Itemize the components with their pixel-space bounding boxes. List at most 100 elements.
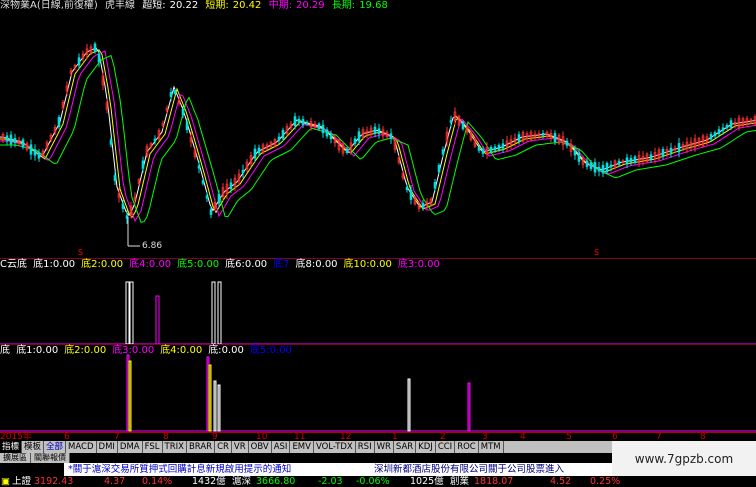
candle-body <box>729 120 733 128</box>
tab-obv[interactable]: OBV <box>249 441 272 453</box>
sub-tab-bar[interactable]: 擴展區 關聯報價 <box>0 453 70 463</box>
candle-body <box>329 134 333 140</box>
candle-body <box>9 134 13 145</box>
tab-rsi[interactable]: RSI <box>356 441 375 453</box>
indicator2-spike <box>208 364 212 432</box>
candle-body <box>405 187 409 191</box>
tab-wr[interactable]: WR <box>375 441 394 453</box>
candle-body <box>241 169 245 174</box>
candle-body <box>661 149 665 157</box>
tab--[interactable]: 指標 <box>0 441 23 453</box>
long-label: 長期: <box>331 0 356 11</box>
indicator2-name: 底 <box>0 345 10 356</box>
candle-body <box>201 180 205 184</box>
sz-pct: -0.06% <box>356 476 390 487</box>
candlestick-chart[interactable] <box>0 12 756 258</box>
tab-kdj[interactable]: KDJ <box>416 441 436 453</box>
tab-emv[interactable]: EMV <box>290 441 314 453</box>
tab-roc[interactable]: ROC <box>455 441 479 453</box>
candle-body <box>325 129 329 137</box>
indicator-panel-2[interactable]: 底 底1:0.00 底2:0.00 底3:0.00 底4:0.00 底:0.00 底5:0… <box>0 344 756 433</box>
indicator1-name: C云底 <box>0 259 27 270</box>
candle-body <box>441 149 445 155</box>
tab-vr[interactable]: VR <box>232 441 249 453</box>
indicator1-item-label: 底6: <box>225 259 245 270</box>
candle-body <box>357 131 361 142</box>
tab-asi[interactable]: ASI <box>272 441 291 453</box>
tab--[interactable]: 全部 <box>44 441 67 453</box>
tab-vol-tdx[interactable]: VOL-TDX <box>314 441 356 453</box>
indicator1-item-8: 底3:0.00 <box>398 259 443 270</box>
indicator2-spike <box>467 382 471 432</box>
candle-body <box>13 138 17 143</box>
cy-label: 創業 <box>450 476 470 487</box>
tab-fsl[interactable]: FSL <box>143 441 163 453</box>
candle-body <box>185 121 189 131</box>
candle-body <box>93 43 97 53</box>
tab-brar[interactable]: BRAR <box>187 441 216 453</box>
indicator1-spike <box>217 281 222 345</box>
candle-body <box>497 144 501 151</box>
candle-body <box>577 152 581 162</box>
indicator2-item-label: 底: <box>208 345 222 356</box>
market-icon: ▣ <box>1 476 10 487</box>
news-item-1[interactable]: *關于滬深交易所質押式回購計息新規啟用提示的通知 <box>68 463 291 476</box>
candle-body <box>377 128 381 135</box>
indicator1-item-3: 底5:0.00 <box>177 259 222 270</box>
candle-body <box>33 149 37 156</box>
indicator-panel-1[interactable]: C云底 底1:0.00 底2:0.00 底4:0.00 底5:0.00 底6:0.00 底… <box>0 258 756 345</box>
candle-body <box>293 116 297 126</box>
candle-body <box>97 53 101 63</box>
tab-dma[interactable]: DMA <box>118 441 143 453</box>
market-status-bar: ▣ 上證 3192.43 4.37 0.14% 1432億 滬深 3666.80… <box>0 476 756 487</box>
candle-body <box>37 152 41 159</box>
indicator2-item-0: 底1:0.00 <box>16 345 61 356</box>
cy-value: 1818.07 <box>474 476 514 487</box>
candle-body <box>229 182 233 190</box>
tab-dmi[interactable]: DMI <box>97 441 118 453</box>
indicator1-spike <box>155 295 160 345</box>
candle-body <box>281 130 285 139</box>
tab--[interactable]: 模板 <box>22 441 45 453</box>
candle-body <box>709 134 713 140</box>
tab-macd[interactable]: MACD <box>66 441 97 453</box>
tab-sar[interactable]: SAR <box>394 441 417 453</box>
indicator1-spike <box>129 281 134 345</box>
candle-body <box>477 147 481 151</box>
indicator2-item-value: 0.00 <box>131 345 155 356</box>
indicator2-chart <box>0 354 756 432</box>
candle-body <box>297 118 301 123</box>
candle-body <box>461 121 465 130</box>
candle-body <box>725 124 729 129</box>
candle-body <box>317 123 321 130</box>
news-ticker[interactable]: *關于滬深交易所質押式回購計息新規啟用提示的通知 深圳新都酒店股份有限公司關于公… <box>64 463 612 476</box>
candle-body <box>717 129 721 135</box>
main-chart-panel[interactable]: 6.86 S S <box>0 12 756 258</box>
candle-body <box>277 136 281 141</box>
sub-tab-0[interactable]: 擴展區 <box>0 453 31 463</box>
sub-tab-1[interactable]: 關聯報價 <box>31 453 70 463</box>
indicator1-item-7: 底10:0.00 <box>344 259 395 270</box>
indicator1-spike <box>125 281 130 345</box>
indicator1-item-6: 底8:0.00 <box>296 259 341 270</box>
shortterm-value: 20.42 <box>232 0 262 11</box>
indicator1-item-label: 底5: <box>177 259 197 270</box>
indicator2-item-label: 底5: <box>249 345 270 356</box>
tab-trix[interactable]: TRIX <box>163 441 187 453</box>
cy-change: 4.52 <box>550 476 572 487</box>
indicator-tab-bar[interactable]: 指標 模板 全部 MACD DMI DMA FSL TRIX BRAR CR VR OBV ASI EMV… <box>0 441 612 453</box>
tab-mtm[interactable]: MTM <box>479 441 504 453</box>
long-value: 19.68 <box>359 0 388 11</box>
tab-cr[interactable]: CR <box>215 441 232 453</box>
candle-body <box>5 135 9 142</box>
indicator1-item-label: 底8: <box>295 259 316 270</box>
candle-body <box>205 195 209 199</box>
indicator1-item-value: 0.00 <box>196 259 220 270</box>
tab-cci[interactable]: CCI <box>436 441 456 453</box>
news-item-2[interactable]: 深圳新都酒店股份有限公司關于公司股票進入 <box>374 463 564 476</box>
candle-body <box>585 160 589 167</box>
candle-body <box>253 148 257 159</box>
sz-change: -2.03 <box>318 476 343 487</box>
candle-body <box>589 162 593 169</box>
sz-value: 3666.80 <box>256 476 296 487</box>
